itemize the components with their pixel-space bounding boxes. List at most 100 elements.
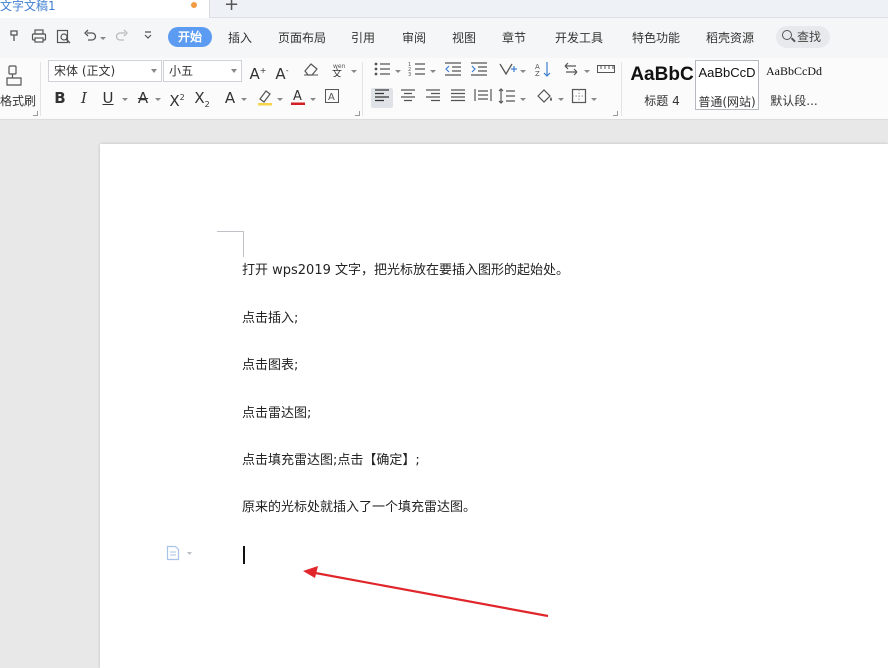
style-heading-4[interactable]: AaBbC 标题 4	[629, 60, 695, 110]
style-normal-web[interactable]: AaBbCcD 普通(网站)	[695, 60, 759, 110]
style-name: 普通(网站)	[698, 95, 756, 109]
text-effect-icon[interactable]: A	[222, 88, 238, 108]
tab-strip: 文字文稿1 +	[0, 0, 888, 18]
line-spacing-icon[interactable]	[498, 88, 516, 108]
font-name-value: 宋体 (正文)	[54, 64, 116, 78]
increase-indent-icon[interactable]	[470, 61, 488, 81]
line-spacing-dropdown-icon[interactable]	[520, 98, 526, 101]
style-sample: AaBbCcDd	[766, 64, 822, 78]
format-painter-icon	[6, 65, 22, 86]
paragraph-3[interactable]: 点击图表;	[242, 357, 298, 375]
italic-icon[interactable]: I	[76, 88, 92, 108]
font-color-dropdown-icon[interactable]	[310, 98, 316, 101]
decrease-font-size-icon[interactable]: A-	[273, 61, 291, 83]
menu-home[interactable]: 开始	[168, 27, 213, 47]
redo-icon[interactable]	[114, 29, 130, 45]
menu-docer-resources[interactable]: 稻壳资源	[706, 30, 754, 46]
underline-dropdown-icon[interactable]	[122, 98, 128, 101]
style-sample: AaBbCcD	[698, 65, 756, 80]
phonetic-dropdown-icon[interactable]	[351, 70, 357, 73]
svg-text:A: A	[293, 89, 302, 104]
paragraph-marker-icon[interactable]	[166, 545, 196, 561]
print-icon[interactable]	[30, 29, 48, 45]
style-name: 默认段...	[770, 94, 818, 108]
show-hide-dropdown-icon[interactable]	[584, 70, 590, 73]
paragraph-6[interactable]: 原来的光标处就插入了一个填充雷达图。	[242, 499, 476, 517]
menu-page-layout[interactable]: 页面布局	[278, 30, 326, 46]
strikethrough-dropdown-icon[interactable]	[155, 98, 161, 101]
superscript-icon[interactable]: X2	[168, 88, 186, 110]
distributed-align-icon[interactable]	[473, 88, 493, 108]
paragraph-1[interactable]: 打开 wps2019 文字，把光标放在要插入图形的起始处。	[242, 262, 569, 280]
svg-text:Z: Z	[535, 70, 540, 77]
align-center-icon[interactable]	[398, 88, 418, 108]
clear-formatting-eraser-icon[interactable]	[302, 61, 320, 81]
document-page[interactable]	[100, 144, 888, 668]
ribbon-home: 格式刷 宋体 (正文) 小五 A+ A- wen 文 B I U A X2 X2 …	[0, 58, 888, 120]
menu-review[interactable]: 审阅	[402, 30, 426, 46]
menu-special-features[interactable]: 特色功能	[632, 30, 680, 46]
chinese-layout-icon[interactable]	[498, 61, 518, 81]
borders-icon[interactable]	[570, 88, 588, 108]
text-effect-dropdown-icon[interactable]	[241, 98, 247, 101]
numbered-list-icon[interactable]: 123	[408, 61, 426, 81]
print-preview-icon[interactable]	[55, 29, 73, 45]
numbered-list-dropdown-icon[interactable]	[430, 70, 436, 73]
paragraph-4[interactable]: 点击雷达图;	[242, 405, 311, 423]
undo-icon[interactable]	[82, 29, 98, 45]
strikethrough-icon[interactable]: A	[135, 88, 151, 108]
ribbon-divider	[362, 62, 363, 116]
tab-stops-ruler-icon[interactable]	[596, 61, 616, 81]
ribbon-divider	[40, 62, 41, 116]
highlight-dropdown-icon[interactable]	[277, 98, 283, 101]
font-launcher-icon[interactable]	[355, 111, 360, 116]
clipboard-launcher-icon[interactable]	[33, 111, 38, 116]
menu-references[interactable]: 引用	[351, 30, 375, 46]
subscript-icon[interactable]: X2	[193, 88, 211, 109]
document-tab[interactable]: 文字文稿1	[0, 0, 210, 18]
increase-font-size-icon[interactable]: A+	[249, 61, 267, 83]
svg-text:文: 文	[332, 67, 342, 77]
format-painter-quick-icon[interactable]	[6, 29, 22, 45]
font-size-value: 小五	[169, 64, 194, 78]
highlight-icon[interactable]	[256, 88, 274, 108]
undo-dropdown-icon[interactable]	[100, 37, 106, 40]
chinese-layout-dropdown-icon[interactable]	[520, 70, 526, 73]
format-painter-label: 格式刷	[0, 94, 37, 108]
paragraph-launcher-icon[interactable]	[613, 111, 618, 116]
search-icon	[782, 30, 792, 40]
new-tab-plus-icon[interactable]: +	[224, 0, 239, 14]
svg-text:A: A	[328, 92, 335, 103]
menu-developer-tools[interactable]: 开发工具	[555, 30, 603, 46]
search-button[interactable]: 查找	[776, 26, 830, 48]
bullet-list-dropdown-icon[interactable]	[395, 70, 401, 73]
style-default-paragraph[interactable]: AaBbCcDd 默认段...	[760, 60, 828, 110]
menu-view[interactable]: 视图	[452, 30, 476, 46]
unsaved-dot-icon	[191, 2, 197, 8]
sort-icon[interactable]: AZ	[534, 61, 552, 81]
align-left-icon[interactable]	[371, 88, 393, 108]
bold-icon[interactable]: B	[52, 88, 68, 108]
borders-dropdown-icon[interactable]	[591, 98, 597, 101]
font-color-icon[interactable]: A	[290, 87, 306, 107]
underline-icon[interactable]: U	[100, 88, 116, 108]
shading-icon[interactable]	[535, 88, 555, 108]
decrease-indent-icon[interactable]	[444, 61, 462, 81]
paragraph-5[interactable]: 点击填充雷达图;点击【确定】;	[242, 452, 420, 470]
font-name-select[interactable]: 宋体 (正文)	[48, 60, 162, 82]
format-painter-button[interactable]: 格式刷	[0, 60, 36, 112]
search-label: 查找	[797, 30, 822, 44]
phonetic-guide-icon[interactable]: wen 文	[330, 61, 348, 81]
chevron-down-icon	[151, 69, 157, 73]
shading-dropdown-icon[interactable]	[558, 98, 564, 101]
menu-section[interactable]: 章节	[502, 30, 526, 46]
character-border-icon[interactable]: A	[323, 88, 341, 108]
show-hide-marks-icon[interactable]	[562, 61, 580, 81]
paragraph-2[interactable]: 点击插入;	[242, 310, 298, 328]
align-right-icon[interactable]	[423, 88, 443, 108]
bullet-list-icon[interactable]	[373, 61, 391, 81]
font-size-select[interactable]: 小五	[163, 60, 242, 82]
justify-icon[interactable]	[448, 88, 468, 108]
menu-insert[interactable]: 插入	[228, 30, 252, 46]
customize-toolbar-chevron-icon[interactable]	[142, 29, 154, 45]
